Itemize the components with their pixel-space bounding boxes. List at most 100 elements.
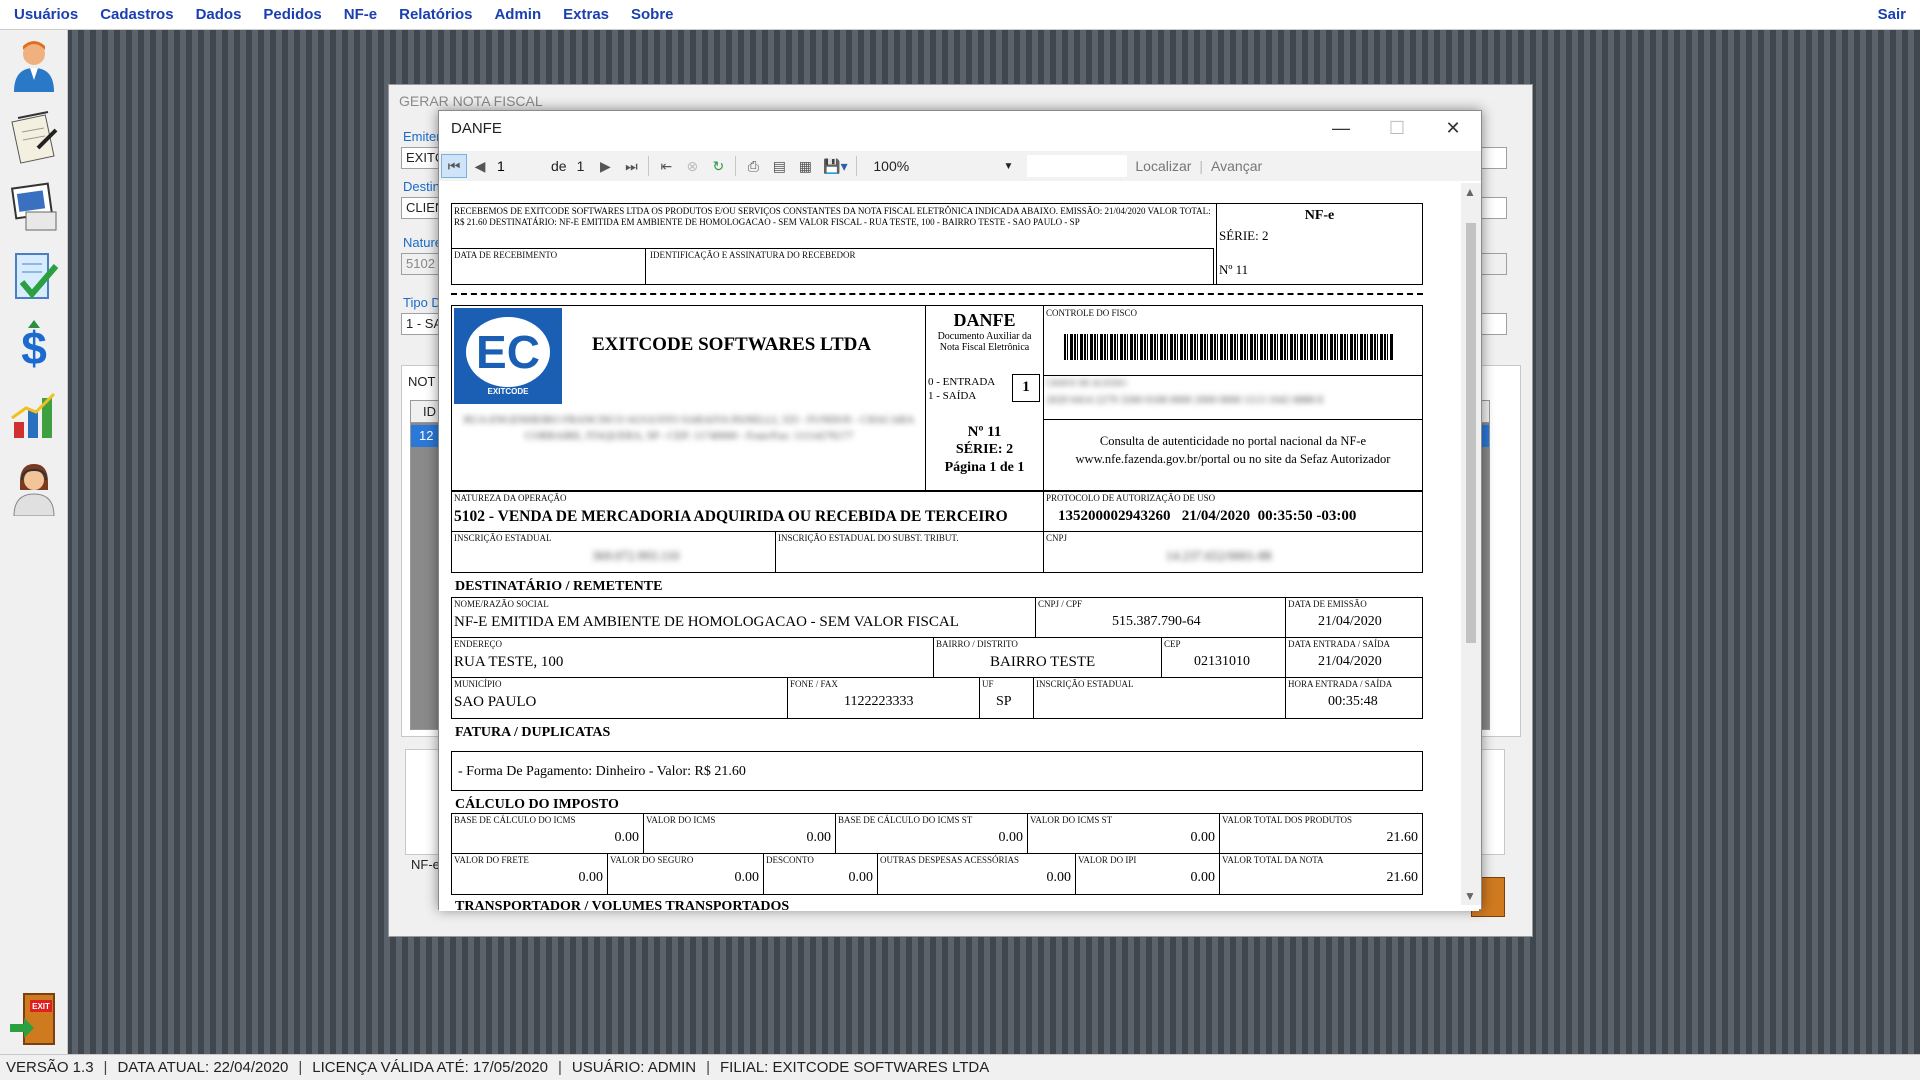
minimize-icon[interactable]: —	[1313, 111, 1369, 145]
calc-label: VALOR TOTAL DOS PRODUTOS	[1222, 815, 1353, 825]
sidebar-finance-button[interactable]: $	[6, 316, 62, 376]
sidebar-documents-button[interactable]	[6, 176, 62, 236]
maximize-icon[interactable]: ☐	[1369, 111, 1425, 145]
menu-sobre[interactable]: Sobre	[631, 6, 674, 23]
dest-ie-cell: INSCRIÇÃO ESTADUAL	[1034, 678, 1286, 718]
back-icon[interactable]: ⇤	[653, 154, 679, 178]
page-setup-icon[interactable]: ▦	[792, 154, 818, 178]
exit-link[interactable]: Sair	[1878, 6, 1906, 23]
report-toolbar: ⏮ ◀ de 1 ▶ ⏭ ⇤ ⊗ ↻ ⎙ ▤ ▦ 💾▾ 100% ▼ Local…	[439, 151, 1481, 181]
total-pages: 1	[576, 158, 585, 174]
menu-nfe[interactable]: NF-e	[344, 6, 377, 23]
menu-usuarios[interactable]: Usuários	[14, 6, 78, 23]
calc-label: DESCONTO	[766, 855, 814, 865]
sidebar-support-button[interactable]	[6, 458, 62, 518]
dest-endereco-cell: ENDEREÇO RUA TESTE, 100	[452, 638, 934, 677]
receipt-date-cell: DATA DE RECEBIMENTO	[452, 249, 646, 284]
next-page-icon[interactable]: ▶	[592, 154, 618, 178]
status-separator: |	[298, 1059, 303, 1076]
menu-extras[interactable]: Extras	[563, 6, 609, 23]
status-bar: VERSÃO 1.3 | DATA ATUAL: 22/04/2020 | LI…	[0, 1054, 1920, 1080]
sidebar-users-button[interactable]	[6, 36, 62, 96]
refresh-icon[interactable]: ↻	[705, 154, 731, 178]
ie-st-cell: INSCRIÇÃO ESTADUAL DO SUBST. TRIBUT.	[776, 532, 1044, 572]
scroll-down-icon[interactable]: ▼	[1464, 889, 1476, 903]
fatura-block: - Forma De Pagamento: Dinheiro - Valor: …	[451, 751, 1423, 791]
destinatario-block: NOME/RAZÃO SOCIAL NF-E EMITIDA EM AMBIEN…	[451, 597, 1423, 719]
last-page-icon[interactable]: ⏭	[618, 154, 644, 178]
menu-cadastros[interactable]: Cadastros	[100, 6, 173, 23]
ie-value: 369.072.993.110	[592, 548, 680, 563]
scroll-thumb[interactable]	[1466, 223, 1476, 643]
calculo-block: BASE DE CÁLCULO DO ICMS 0.00 VALOR DO ICM…	[451, 813, 1423, 895]
receipt-text: RECEBEMOS DE EXITCODE SOFTWARES LTDA OS …	[454, 206, 1211, 227]
print-layout-icon[interactable]: ▤	[766, 154, 792, 178]
protocolo-cell: PROTOCOLO DE AUTORIZAÇÃO DE USO 13520000…	[1044, 492, 1422, 532]
print-icon[interactable]: ⎙	[740, 154, 766, 178]
support-agent-icon	[13, 464, 55, 516]
calc-value: 21.60	[1386, 870, 1419, 885]
cut-line	[451, 293, 1423, 295]
page-number-input[interactable]	[493, 155, 537, 177]
menu-admin[interactable]: Admin	[494, 6, 541, 23]
operation-type-box: 1	[1012, 374, 1040, 402]
cnpj-value: 14.237.652/0001-88	[1166, 548, 1272, 563]
calc-row-2: VALOR DO FRETE 0.00 VALOR DO SEGURO 0.00 D…	[452, 854, 1422, 894]
dest-row-3: MUNICÍPIO SAO PAULO FONE / FAX 112222333…	[452, 678, 1422, 718]
menu-pedidos[interactable]: Pedidos	[263, 6, 321, 23]
sidebar-checklist-button[interactable]	[6, 246, 62, 306]
menu-dados[interactable]: Dados	[196, 6, 242, 23]
notepad-icon	[11, 111, 58, 164]
natureza-label: NATUREZA DA OPERAÇÃO	[454, 493, 567, 503]
toolbar-separator	[735, 156, 737, 176]
dest-nome-cell: NOME/RAZÃO SOCIAL NF-E EMITIDA EM AMBIEN…	[452, 598, 1036, 637]
prev-page-icon[interactable]: ◀	[467, 154, 493, 178]
consulta-block: Consulta de autenticidade no portal naci…	[1044, 432, 1422, 468]
zoom-select[interactable]: 100% ▼	[873, 155, 1013, 177]
stop-icon[interactable]: ⊗	[679, 154, 705, 178]
scroll-up-icon[interactable]: ▲	[1464, 185, 1476, 199]
ie-st-label: INSCRIÇÃO ESTADUAL DO SUBST. TRIBUT.	[778, 533, 959, 543]
menu-bar: Usuários Cadastros Dados Pedidos NF-e Re…	[0, 0, 1920, 30]
dest-nome-label: NOME/RAZÃO SOCIAL	[454, 599, 549, 609]
ie-label: INSCRIÇÃO ESTADUAL	[454, 533, 552, 543]
find-link[interactable]: Localizar	[1135, 158, 1191, 174]
danfe-window: DANFE — ☐ ✕ ⏮ ◀ de 1 ▶ ⏭ ⇤ ⊗ ↻ ⎙ ▤ ▦ 💾▾ …	[438, 110, 1482, 911]
company-logo: EC EXITCODE	[454, 308, 562, 404]
calc-cell: VALOR DO FRETE 0.00	[452, 854, 608, 894]
sidebar-exit-button[interactable]: EXIT	[6, 986, 62, 1050]
first-page-icon[interactable]: ⏮	[441, 154, 467, 178]
dest-cep-label: CEP	[1164, 639, 1181, 649]
vertical-scrollbar[interactable]: ▲ ▼	[1461, 183, 1481, 905]
calc-cell: DESCONTO 0.00	[764, 854, 878, 894]
calc-value: 21.60	[1386, 830, 1419, 845]
toolbar-separator	[648, 156, 650, 176]
close-icon[interactable]: ✕	[1425, 111, 1481, 145]
calc-label: VALOR DO SEGURO	[610, 855, 694, 865]
calc-cell: VALOR DO SEGURO 0.00	[608, 854, 764, 894]
company-address: RUA ENGENHEIRO FRANCISCO AUGUSTO SARAIVA…	[463, 414, 915, 442]
calc-value: 0.00	[734, 870, 760, 885]
issuer-block: EC EXITCODE EXITCODE SOFTWARES LTDA RUA …	[452, 306, 926, 490]
receipt-stub: RECEBEMOS DE EXITCODE SOFTWARES LTDA OS …	[451, 203, 1423, 285]
export-icon[interactable]: 💾▾	[818, 154, 852, 178]
cnpj-label: CNPJ	[1046, 533, 1068, 543]
header-block: EC EXITCODE EXITCODE SOFTWARES LTDA RUA …	[451, 305, 1423, 491]
sidebar-reports-button[interactable]	[6, 386, 62, 446]
svg-text:$: $	[21, 322, 47, 374]
sidebar-notes-button[interactable]	[6, 106, 62, 166]
natureza-value: 5102 - VENDA DE MERCADORIA ADQUIRIDA OU …	[454, 508, 1008, 525]
find-input[interactable]	[1027, 155, 1128, 177]
cnpj-cell: CNPJ 14.237.652/0001-88	[1044, 532, 1422, 572]
menu-relatorios[interactable]: Relatórios	[399, 6, 472, 23]
calc-cell: VALOR TOTAL DOS PRODUTOS 21.60	[1220, 814, 1422, 853]
find-next-link[interactable]: Avançar	[1211, 158, 1262, 174]
dest-municipio-cell: MUNICÍPIO SAO PAULO	[452, 678, 788, 718]
danfe-page: Página 1 de 1	[944, 460, 1025, 475]
dest-municipio-value: SAO PAULO	[454, 694, 537, 710]
dest-bairro-value: BAIRRO TESTE	[990, 654, 1096, 670]
calc-label: VALOR DO FRETE	[454, 855, 529, 865]
dest-cep-value: 02131010	[1194, 654, 1250, 669]
controle-fisco-label: CONTROLE DO FISCO	[1046, 308, 1138, 318]
saida-label: 1 - SAÍDA	[928, 390, 977, 402]
